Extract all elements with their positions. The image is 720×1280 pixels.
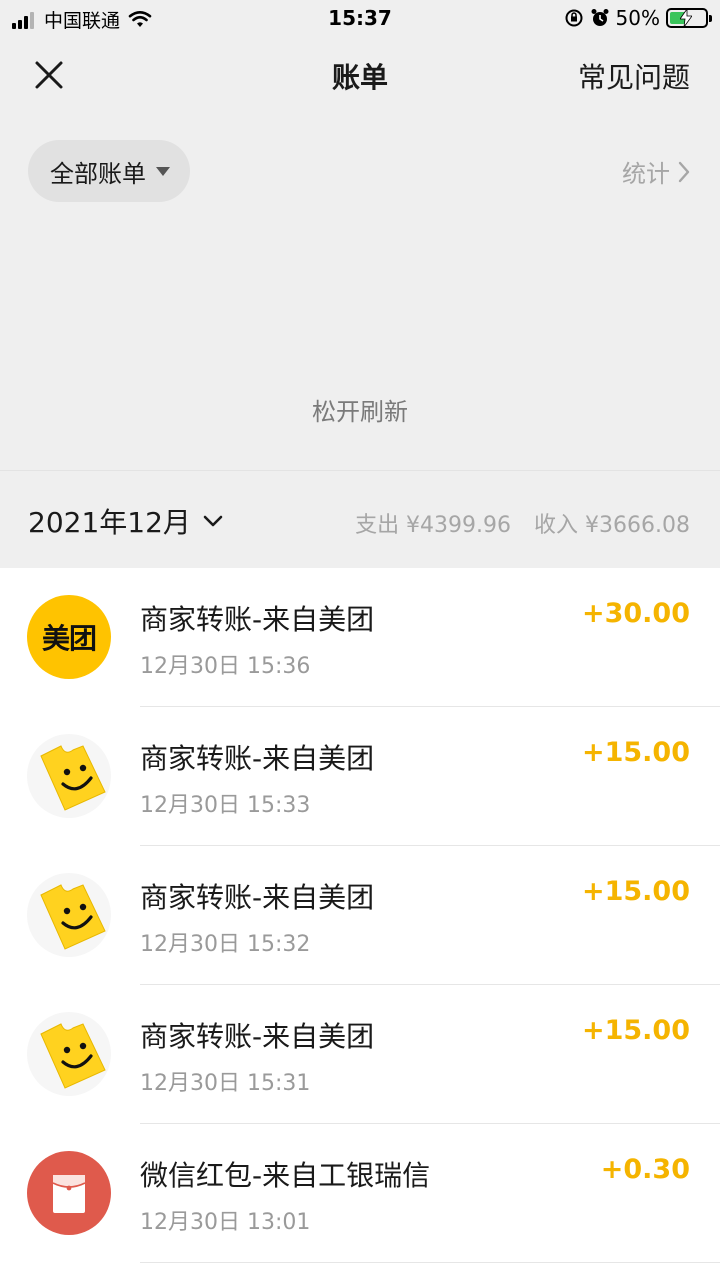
transaction-time: 12月30日 15:32 (140, 932, 311, 957)
transaction-row[interactable]: 商家转账-来自美团 12月30日 15:32 +15.00 (0, 846, 720, 985)
stats-label: 统计 (622, 160, 670, 188)
transaction-time: 12月30日 15:31 (140, 1071, 311, 1096)
pull-refresh-hint: 松开刷新 (312, 398, 408, 426)
red-packet-icon (27, 1151, 111, 1235)
bill-filter-dropdown[interactable]: 全部账单 (28, 140, 190, 202)
transaction-title: 商家转账-来自美团 (140, 603, 375, 636)
transaction-title: 微信红包-来自工银瑞信 (140, 1159, 431, 1192)
month-income: 收入 ¥3666.08 (534, 513, 690, 538)
meituan-smile-icon (27, 734, 111, 818)
month-expense: 支出 ¥4399.96 (355, 513, 512, 538)
faq-button[interactable]: 常见问题 (578, 56, 690, 96)
stats-button[interactable]: 统计 (622, 154, 690, 189)
month-picker[interactable]: 2021年12月 (28, 501, 223, 541)
transaction-row[interactable]: 商家转账-来自美团 12月30日 15:31 +15.00 (0, 985, 720, 1124)
alarm-icon (591, 9, 609, 26)
month-label: 2021年12月 (28, 506, 191, 539)
transaction-amount: +15.00 (581, 737, 690, 768)
rotation-lock-icon (565, 9, 583, 27)
meituan-smile-icon (27, 873, 111, 957)
chevron-down-icon (203, 515, 223, 527)
transaction-list: 美团 商家转账-来自美团 12月30日 15:36 +30.00 商家转账-来自… (0, 568, 720, 1263)
meituan-smile-icon (27, 1012, 111, 1096)
transaction-title: 商家转账-来自美团 (140, 742, 375, 775)
transaction-amount: +30.00 (581, 598, 690, 629)
battery-percent: 50% (615, 6, 660, 30)
transaction-row[interactable]: 商家转账-来自美团 12月30日 15:33 +15.00 (0, 707, 720, 846)
charging-bolt-icon (680, 9, 692, 27)
transaction-row[interactable]: 美团 商家转账-来自美团 12月30日 15:36 +30.00 (0, 568, 720, 707)
transaction-title: 商家转账-来自美团 (140, 881, 375, 914)
divider (140, 1262, 720, 1263)
transaction-time: 12月30日 15:36 (140, 654, 311, 679)
month-bar: 2021年12月 支出 ¥4399.96 收入 ¥3666.08 (0, 470, 720, 568)
transaction-amount: +0.30 (600, 1154, 690, 1185)
bill-filter-label: 全部账单 (50, 159, 146, 188)
chevron-right-icon (678, 161, 690, 182)
caret-down-icon (156, 166, 170, 176)
meituan-logo-icon: 美团 (27, 595, 111, 679)
transaction-time: 12月30日 13:01 (140, 1210, 311, 1235)
nav-bar: 账单 常见问题 (0, 36, 720, 112)
transaction-amount: +15.00 (581, 876, 690, 907)
transaction-amount: +15.00 (581, 1015, 690, 1046)
status-right: 50% (564, 6, 712, 30)
transaction-time: 12月30日 15:33 (140, 793, 311, 818)
status-bar: 中国联通 15:37 50% (0, 0, 720, 36)
transaction-row[interactable]: 微信红包-来自工银瑞信 12月30日 13:01 +0.30 (0, 1124, 720, 1263)
month-summary: 支出 ¥4399.96 收入 ¥3666.08 (355, 507, 690, 539)
battery-icon (666, 8, 712, 28)
transaction-title: 商家转账-来自美团 (140, 1020, 375, 1053)
